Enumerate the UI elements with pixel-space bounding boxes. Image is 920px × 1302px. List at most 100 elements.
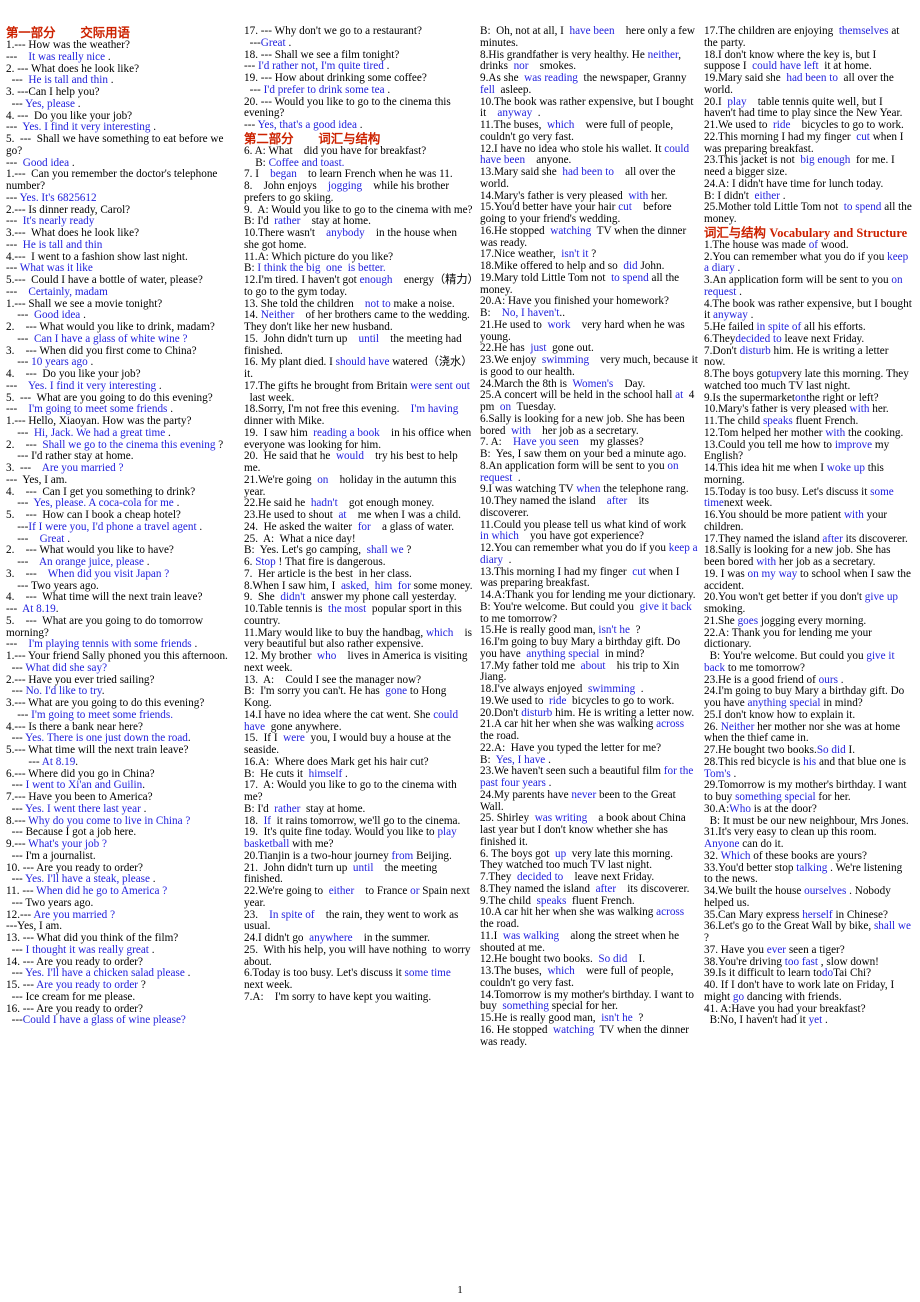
answer-line: 29.Tomorrow is my mother's birthday. I w…	[704, 779, 907, 803]
answer-line: --- I'm going to meet some friends.	[6, 708, 174, 721]
answer-highlight: improve	[834, 438, 873, 451]
answer-highlight: 10 years ago	[31, 356, 88, 369]
answer-highlight: on	[795, 391, 807, 404]
answer-highlight: yet	[808, 1014, 823, 1027]
answer-line: 21.He used to work very hard when he was…	[480, 318, 685, 343]
answer-highlight: never	[571, 788, 597, 801]
answer-line: 6. Stop ! That fire is dangerous.	[244, 556, 386, 568]
answer-highlight: Yes. There is one just down the road	[25, 732, 188, 745]
answer-highlight: with	[843, 509, 864, 521]
answer-highlight: watching	[550, 224, 592, 237]
answer-highlight: Are you ready to order	[36, 979, 139, 991]
answer-line: 6.Today is too busy. Let's discuss it so…	[244, 967, 460, 991]
answer-highlight: which	[547, 119, 575, 131]
answer-line: B: I'm sorry you can't. He has gone to H…	[244, 685, 447, 709]
page-number: 1	[457, 1284, 463, 1296]
answer-line: 12.You can remember what you do if you k…	[480, 542, 698, 566]
answer-line: 3. --- When did you visit Japan ?	[6, 567, 170, 580]
answer-highlight: across	[656, 906, 685, 919]
answer-highlight: some time	[404, 967, 451, 980]
answer-line: 23.We haven't seen such a beautiful film…	[480, 765, 694, 789]
answer-line: 14.I have no idea where the cat went. Sh…	[244, 708, 459, 733]
answer-highlight: swimming	[587, 683, 636, 695]
answer-highlight: isn't he	[601, 1012, 633, 1024]
answer-line: 21.A car hit her when she was walking ac…	[480, 718, 687, 742]
answer-line: 13.Mary said she had been to all over th…	[480, 166, 676, 190]
answer-line: 8.His grandfather is very healthy. He ne…	[480, 48, 682, 73]
answer-highlight: after	[595, 882, 617, 895]
answer-highlight: had been to	[786, 72, 838, 84]
answer-highlight: No. I'd like to try	[25, 685, 102, 698]
answer-highlight: swimming	[541, 354, 590, 366]
answer-highlight: reading a book	[313, 426, 380, 439]
answer-line: 3. --- Are you married ?	[6, 462, 124, 474]
answer-highlight: speaks	[762, 415, 793, 427]
answer-highlight: would	[335, 450, 364, 463]
answer-line: 11.I was walking along the street when h…	[480, 929, 680, 954]
answer-highlight: give it back	[704, 650, 895, 674]
answer-highlight: have been	[569, 25, 615, 37]
answer-highlight: on	[499, 401, 512, 413]
answer-line: B: I'd rather stay at home.	[244, 802, 366, 815]
answer-highlight: watching	[553, 1023, 595, 1036]
answer-line: 8.The boys gotupvery late this morning. …	[704, 368, 909, 392]
answer-highlight: It was really nice	[28, 50, 106, 63]
answer-line: --- At 8.19.	[6, 755, 79, 768]
heading-part-2: 第二部分 词汇与结构	[244, 131, 381, 146]
answer-highlight: were	[283, 732, 305, 745]
answer-highlight: Yes, I have	[495, 753, 546, 766]
answer-highlight: Have you seen	[512, 436, 579, 449]
answer-line: 5. --- Shall we have something to eat be…	[6, 133, 224, 157]
answer-line: 20.I play table tennis quite well, but I…	[704, 95, 903, 120]
answer-line: 21. John didn't turn up until the meetin…	[244, 861, 438, 886]
answer-highlight: for	[357, 520, 371, 533]
answer-highlight: until	[352, 861, 374, 874]
answer-highlight: work	[547, 318, 571, 331]
answer-line: 25. With his help, you will have nothing…	[244, 943, 471, 968]
answer-highlight: ride	[773, 119, 791, 131]
answer-highlight: with	[849, 403, 870, 416]
answer-highlight: Yes. It's 6825612	[19, 191, 97, 204]
answer-line: 10.Table tennis is the most popular spor…	[244, 603, 462, 627]
answer-highlight: I'm going to meet some friends	[28, 403, 168, 416]
answer-highlight: goes	[737, 614, 759, 627]
answer-line: 16.I'm going to buy Mary a birthday gift…	[480, 636, 681, 660]
answer-line: 24.A: I didn't have time for lunch today…	[704, 177, 884, 190]
answer-highlight: isn't he	[598, 624, 630, 637]
answer-line: 21.We're going on holiday in the autumn …	[244, 473, 457, 498]
answer-line: 13.The buses, which were full of people,…	[480, 965, 674, 989]
answer-highlight: at	[675, 389, 684, 402]
column-3-lines: B: Oh, not at all, I have been here only…	[480, 25, 698, 1048]
answer-highlight: herself	[802, 908, 833, 921]
answer-line: 16. My plant died. I should have watered…	[244, 356, 473, 380]
column-2: 17. --- Why don't we go to a restaurant?…	[244, 25, 480, 1004]
answer-highlight: decided to	[735, 332, 782, 345]
answer-line: 17. A: Would you like to go to the cinem…	[244, 779, 457, 803]
answer-line: 25.Mother told Little Tom not to spend a…	[704, 201, 912, 225]
answer-highlight: something special	[735, 791, 816, 803]
answer-highlight: No, I haven't	[501, 307, 560, 319]
answer-highlight: Certainly, madam	[28, 285, 108, 298]
answer-line: --- Ice cream for me please.	[6, 990, 136, 1003]
answer-highlight: I'm going to meet some friends.	[31, 708, 174, 721]
answer-line: 24.My parents have never been to the Gre…	[480, 788, 676, 813]
answer-line: 12. My brother who lives in America is v…	[244, 650, 468, 674]
answer-highlight: I went to Xi'an and Guilin	[25, 779, 143, 792]
answer-line: B:No, I haven't had it yet .	[704, 1014, 828, 1027]
answer-line: 19. I was on my way to school when I saw…	[704, 567, 911, 592]
answer-highlight: Neither	[260, 309, 295, 322]
answer-highlight: was writing	[534, 812, 588, 825]
answer-highlight: give up	[864, 591, 899, 604]
answer-line: 16.He stopped watching TV when the dinne…	[480, 224, 687, 249]
answer-line: 20. --- Would you like to go to the cine…	[244, 95, 451, 120]
answer-line: 18.Sally is looking for a new job. She h…	[704, 544, 891, 568]
answer-highlight: cut	[618, 201, 632, 214]
answer-line: 17.The children are enjoying themselves …	[704, 25, 900, 49]
answer-highlight: woke up	[826, 462, 865, 474]
answer-highlight: with	[756, 556, 777, 568]
answer-highlight: shall we	[366, 544, 404, 557]
answer-highlight: some time	[704, 485, 894, 510]
answer-line: 19. I saw him reading a book in his offi…	[244, 426, 472, 451]
answer-highlight: Great	[260, 36, 286, 49]
answer-highlight: with	[825, 426, 846, 439]
